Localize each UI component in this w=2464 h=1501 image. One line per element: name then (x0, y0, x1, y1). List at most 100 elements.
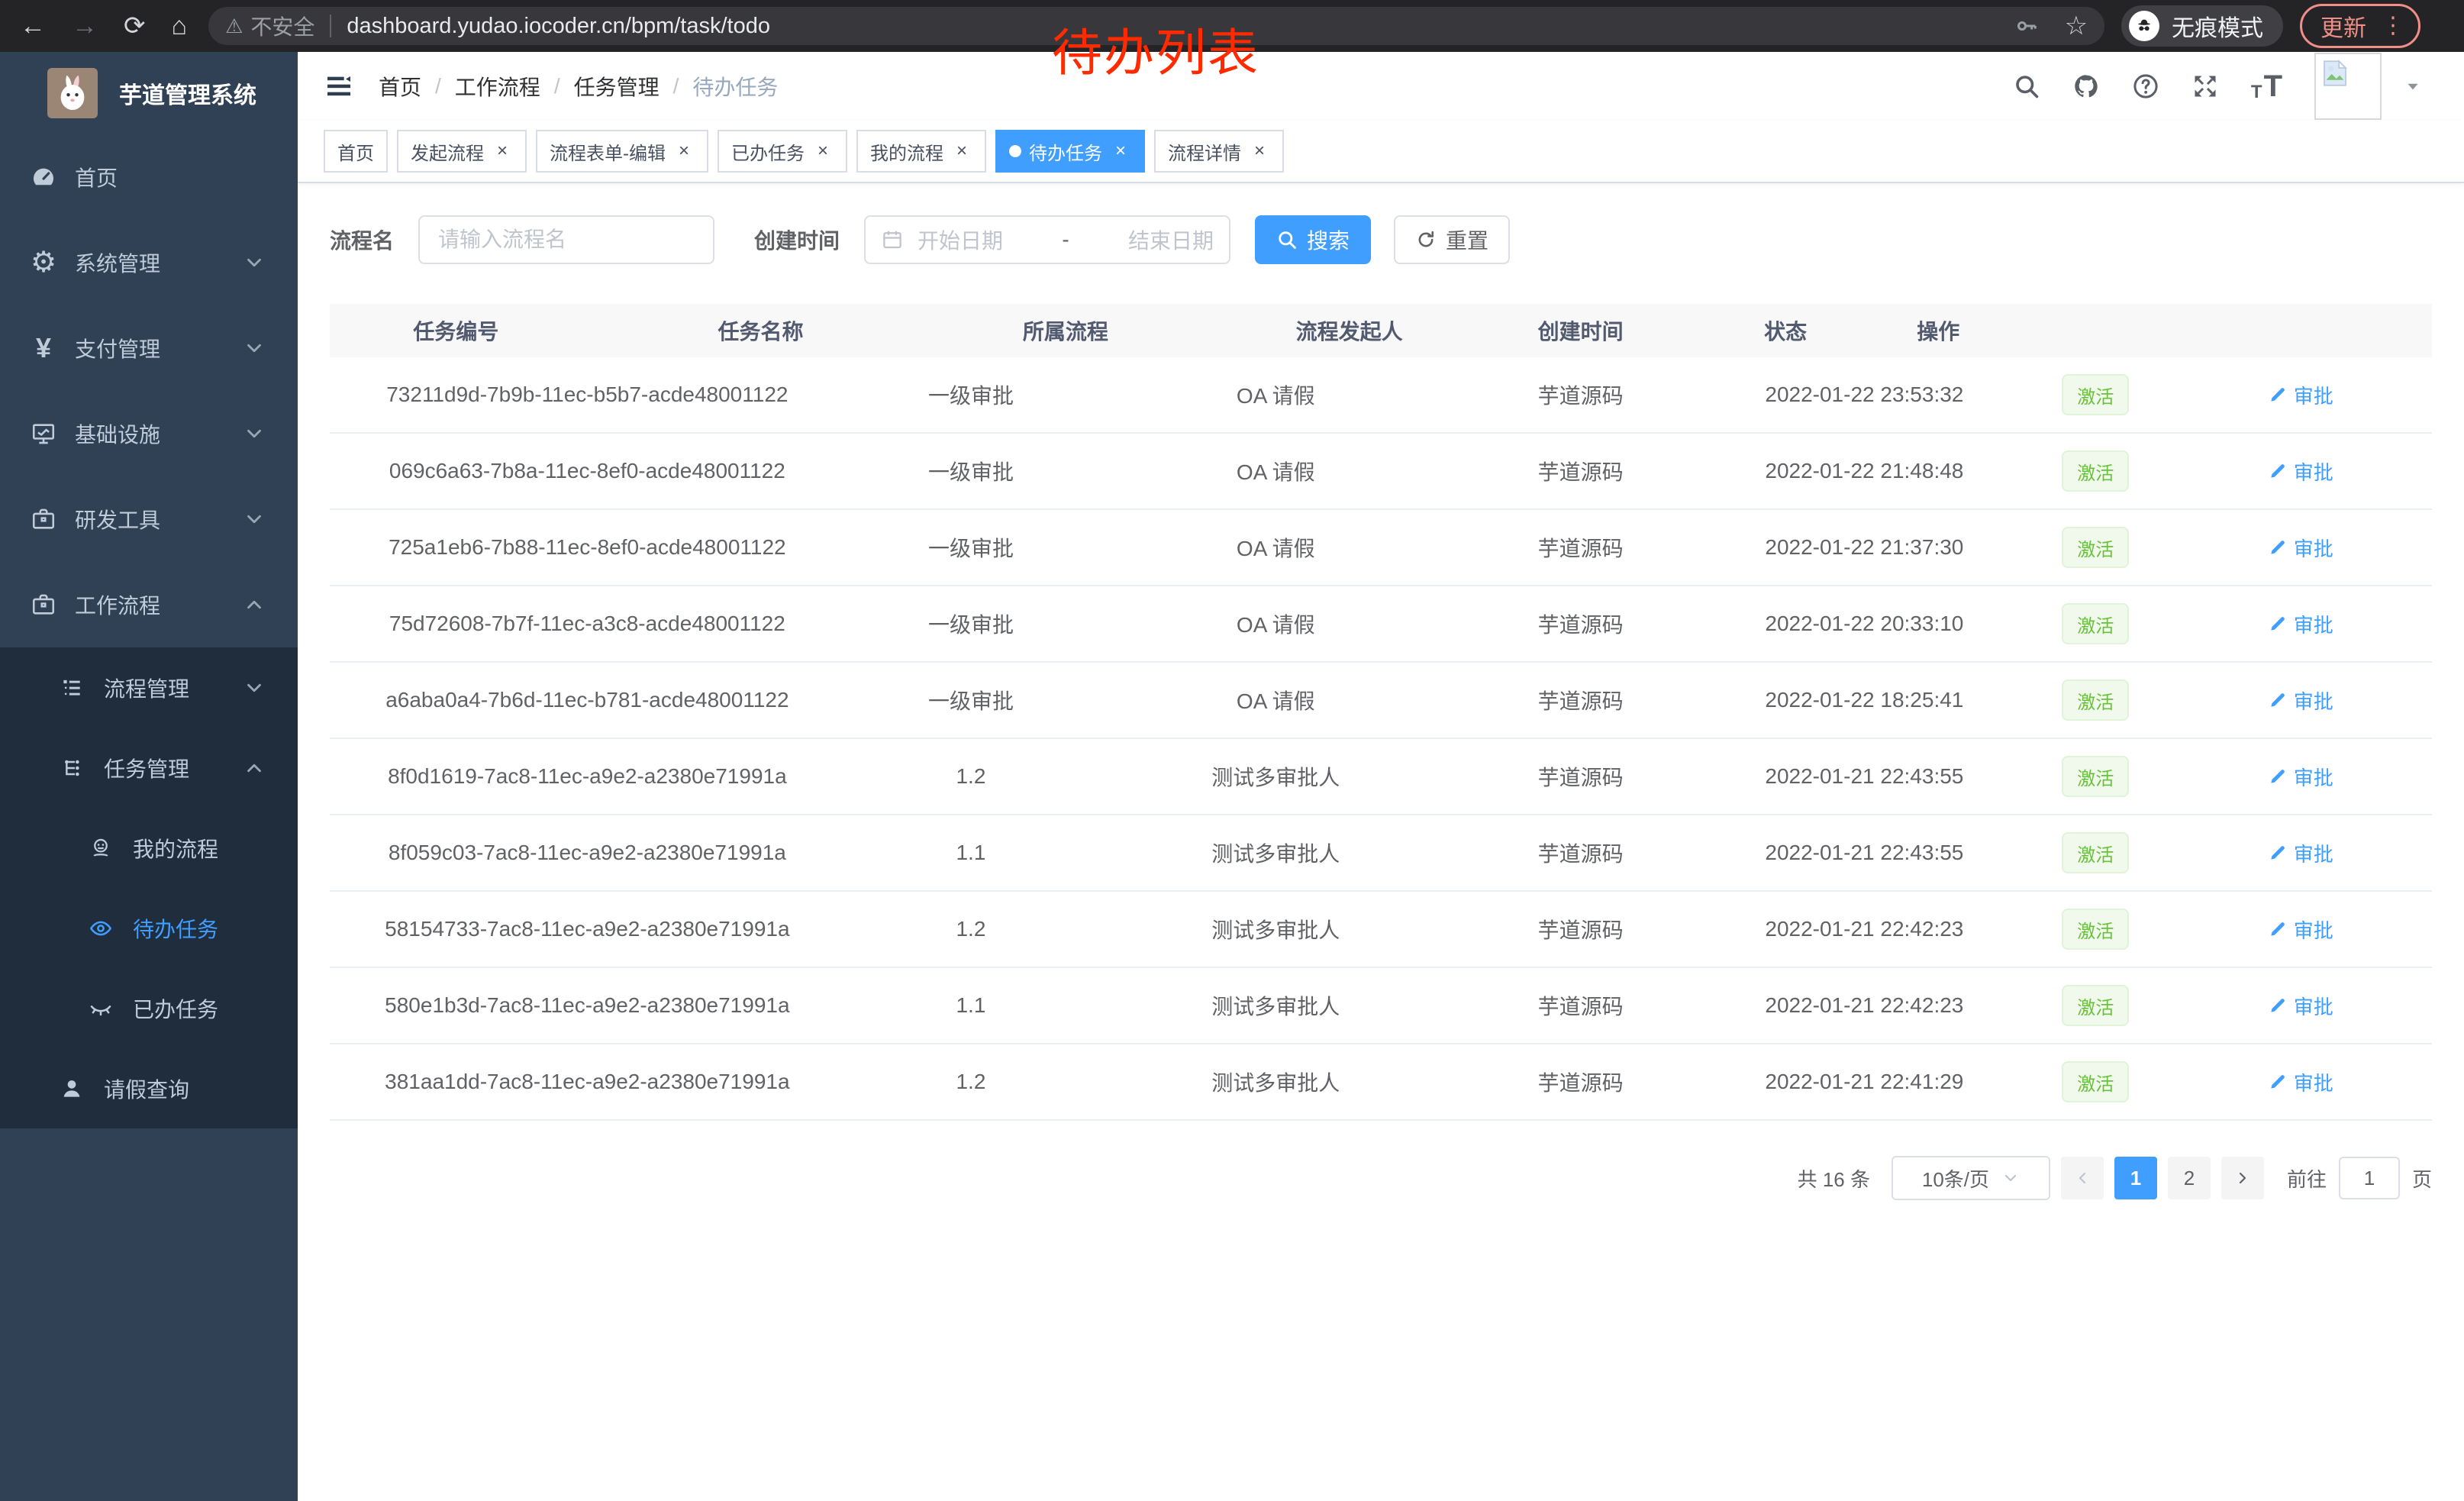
approve-label: 审批 (2294, 686, 2333, 715)
goto-page-input[interactable] (2339, 1157, 2400, 1199)
table-row: 73211d9d-7b9b-11ec-b5b7-acde48001122 一级审… (330, 357, 2432, 434)
close-icon[interactable]: × (812, 140, 834, 162)
browser-menu-icon[interactable]: ⋮ (2382, 15, 2404, 37)
tab[interactable]: 流程详情 × (1154, 130, 1284, 173)
cell-process: OA 请假 (1097, 379, 1454, 410)
approve-link[interactable]: 审批 (2268, 915, 2333, 944)
close-icon[interactable]: × (1110, 140, 1131, 162)
sidebar-collapse-icon[interactable] (324, 71, 354, 102)
search-button[interactable]: 搜索 (1255, 215, 1371, 264)
close-icon[interactable]: × (1249, 140, 1270, 162)
tab[interactable]: 我的流程 × (856, 130, 986, 173)
approve-link[interactable]: 审批 (2268, 610, 2333, 638)
tab[interactable]: 流程表单-编辑 × (536, 130, 708, 173)
sidebar-item-my-process[interactable]: 我的流程 (0, 808, 298, 888)
font-size-icon[interactable]: TT (2251, 71, 2282, 102)
date-separator: - (1017, 228, 1114, 252)
cell-create-time: 2022-01-22 20:33:10 (1707, 612, 2022, 636)
app-logo-row[interactable]: 芋道管理系统 (0, 52, 298, 134)
briefcase-icon (31, 592, 56, 618)
browser-back-button[interactable]: ← (20, 13, 46, 39)
reset-button[interactable]: 重置 (1394, 215, 1510, 264)
sidebar-item-task-management[interactable]: 任务管理 (0, 728, 298, 808)
browser-home-button[interactable]: ⌂ (172, 13, 188, 39)
sidebar-item-system[interactable]: ⚙ 系统管理 (0, 220, 298, 305)
breadcrumb-task-management[interactable]: 任务管理 (574, 71, 660, 102)
sidebar-item-todo-tasks[interactable]: 待办任务 (0, 888, 298, 968)
breadcrumb-separator: / (554, 74, 560, 98)
password-key-icon[interactable] (2014, 14, 2039, 38)
cell-initiator: 芋道源码 (1454, 914, 1706, 944)
sidebar-item-workflow[interactable]: 工作流程 (0, 562, 298, 647)
tab[interactable]: 首页 × (324, 130, 388, 173)
fullscreen-icon[interactable] (2191, 73, 2219, 100)
table-row: 069c6a63-7b8a-11ec-8ef0-acde48001122 一级审… (330, 434, 2432, 510)
github-icon[interactable] (2072, 73, 2100, 100)
table-header-cell: 所属流程 (940, 315, 1192, 346)
pen-icon (2268, 1072, 2288, 1092)
approve-link[interactable]: 审批 (2268, 992, 2333, 1020)
sidebar-item-home[interactable]: 首页 (0, 134, 298, 220)
page-button-1[interactable]: 1 (2114, 1157, 2157, 1199)
tab[interactable]: 已办任务 × (718, 130, 847, 173)
sidebar-item-leave-query[interactable]: 请假查询 (0, 1048, 298, 1128)
eye-closed-icon (89, 996, 113, 1021)
cell-create-time: 2022-01-21 22:43:55 (1707, 841, 2022, 865)
security-label: 不安全 (250, 11, 314, 41)
tab[interactable]: 待办任务 × (995, 130, 1145, 173)
sidebar-item-done-tasks[interactable]: 已办任务 (0, 968, 298, 1048)
sidebar-item-infrastructure[interactable]: 基础设施 (0, 391, 298, 476)
breadcrumb-home[interactable]: 首页 (379, 71, 421, 102)
breadcrumb: 首页 / 工作流程 / 任务管理 / 待办任务 (379, 71, 778, 102)
approve-link[interactable]: 审批 (2268, 763, 2333, 791)
next-page-button[interactable] (2221, 1157, 2264, 1199)
approve-link[interactable]: 审批 (2268, 1068, 2333, 1096)
cell-task-name: 1.2 (845, 1070, 1097, 1094)
browser-forward-button[interactable]: → (72, 13, 98, 39)
chevron-right-icon (2233, 1169, 2252, 1187)
pagination: 共 16 条 10条/页 1 2 前往 页 (330, 1156, 2432, 1200)
close-icon[interactable]: × (951, 140, 972, 162)
date-range-picker[interactable]: 开始日期 - 结束日期 (864, 215, 1230, 264)
cell-task-id: 580e1b3d-7ac8-11ec-a9e2-a2380e71991a (330, 993, 845, 1018)
sidebar-item-process-management[interactable]: 流程管理 (0, 647, 298, 728)
cell-create-time: 2022-01-22 18:25:41 (1707, 688, 2022, 712)
cell-process: OA 请假 (1097, 685, 1454, 715)
cell-task-name: 一级审批 (845, 532, 1097, 563)
cell-initiator: 芋道源码 (1454, 456, 1706, 486)
avatar-caret-icon[interactable] (2403, 76, 2423, 96)
url-text[interactable]: dashboard.yudao.iocoder.cn/bpm/task/todo (347, 14, 770, 39)
prev-page-button[interactable] (2061, 1157, 2104, 1199)
approve-link[interactable]: 审批 (2268, 839, 2333, 867)
bookmark-star-icon[interactable]: ☆ (2065, 11, 2088, 41)
search-icon[interactable] (2013, 73, 2040, 100)
status-badge: 激活 (2062, 450, 2129, 492)
cell-task-id: 8f0d1619-7ac8-11ec-a9e2-a2380e71991a (330, 764, 845, 789)
table-row: 8f0d1619-7ac8-11ec-a9e2-a2380e71991a 1.2… (330, 739, 2432, 815)
page-size-select[interactable]: 10条/页 (1892, 1156, 2050, 1200)
chevron-down-icon (243, 422, 266, 445)
approve-link[interactable]: 审批 (2268, 457, 2333, 486)
close-icon[interactable]: × (673, 140, 695, 162)
sidebar-item-devtools[interactable]: 研发工具 (0, 476, 298, 562)
table-row: 75d72608-7b7f-11ec-a3c8-acde48001122 一级审… (330, 586, 2432, 663)
sidebar-item-payment[interactable]: ¥ 支付管理 (0, 305, 298, 391)
help-icon[interactable] (2132, 73, 2159, 100)
avatar[interactable] (2314, 53, 2382, 120)
approve-link[interactable]: 审批 (2268, 534, 2333, 562)
tab[interactable]: 发起流程 × (397, 130, 527, 173)
cell-initiator: 芋道源码 (1454, 379, 1706, 410)
sidebar-item-label: 任务管理 (104, 753, 189, 783)
cell-initiator: 芋道源码 (1454, 685, 1706, 715)
table-row: a6aba0a4-7b6d-11ec-b781-acde48001122 一级审… (330, 663, 2432, 739)
broken-image-icon (2319, 57, 2351, 89)
browser-update-button[interactable]: 更新 ⋮ (2300, 4, 2420, 48)
process-name-input[interactable] (418, 215, 714, 264)
cell-status: 激活 (2022, 527, 2169, 568)
approve-link[interactable]: 审批 (2268, 381, 2333, 409)
breadcrumb-workflow[interactable]: 工作流程 (455, 71, 540, 102)
close-icon[interactable]: × (492, 140, 513, 162)
browser-reload-button[interactable]: ⟳ (124, 13, 146, 39)
page-button-2[interactable]: 2 (2168, 1157, 2211, 1199)
approve-link[interactable]: 审批 (2268, 686, 2333, 715)
